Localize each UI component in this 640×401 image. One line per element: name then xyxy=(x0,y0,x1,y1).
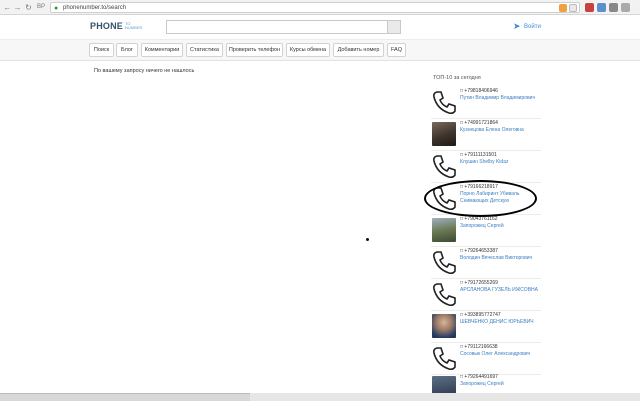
lock-icon: ● xyxy=(54,5,59,12)
entry-name[interactable]: Володин Вячеслав Викторович xyxy=(460,255,540,262)
entry-phone[interactable]: □ +79264653387 xyxy=(460,248,498,255)
address-bar[interactable]: ● phonenumber.to/search xyxy=(50,2,580,13)
entry-phone[interactable]: □ +79043761162 xyxy=(460,216,498,223)
avatar xyxy=(431,217,457,243)
phone-icon xyxy=(431,281,457,307)
reload-icon[interactable]: ↻ xyxy=(24,2,33,13)
entry-name[interactable]: Запорожец Сергей xyxy=(460,223,540,230)
top-entry[interactable]: □ +79264653387 Володин Вячеслав Викторов… xyxy=(431,248,541,279)
entry-name[interactable]: Кузнецова Елена Олеговна xyxy=(460,127,540,134)
entry-name[interactable]: ШЕВЧЕНКО ДЕНИС ЮРЬЕВИЧ xyxy=(460,319,540,326)
menu-item-exchange-rates[interactable]: Курсы обмена xyxy=(286,43,330,57)
top-entry[interactable]: □ +79264491697 Запорожец Сергей xyxy=(431,374,541,393)
entry-name[interactable]: Сосовык Олег Александрович xyxy=(460,351,540,358)
back-icon[interactable]: ← xyxy=(3,2,12,13)
extension-icon[interactable] xyxy=(559,4,567,12)
sign-in-icon: ➤ xyxy=(513,21,521,31)
entry-name[interactable]: Клушин Shelby Kidaz xyxy=(460,159,540,166)
search-input[interactable] xyxy=(166,20,388,34)
phone-icon xyxy=(431,249,457,275)
entry-name[interactable]: АРСЛАНОВА ГУЗЕЛЬ ИЖСОВНА xyxy=(460,287,540,294)
entry-name[interactable]: Запорожец Сергей xyxy=(460,381,540,388)
entry-phone[interactable]: □ +79111131501 xyxy=(460,152,497,159)
search-button[interactable] xyxy=(387,20,401,34)
sidebar-title: ТОП-10 за сегодня xyxy=(433,75,481,81)
site-header: PHONE TO NUMBER ➤ Войти xyxy=(0,15,640,40)
entry-phone[interactable]: □ +79112166638 xyxy=(460,344,498,351)
top-entry[interactable]: □ +393895772747 ШЕВЧЕНКО ДЕНИС ЮРЬЕВИЧ xyxy=(431,312,541,343)
entry-phone[interactable]: □ +74991721864 xyxy=(460,120,498,127)
extension-3-icon[interactable] xyxy=(609,3,618,12)
phone-icon xyxy=(431,153,457,179)
extension-2-icon[interactable] xyxy=(597,3,606,12)
browser-toolbar: ← → ↻ ВР ● phonenumber.to/search xyxy=(0,0,640,15)
avatar xyxy=(431,121,457,147)
menu-item-search[interactable]: Поиск xyxy=(89,43,114,57)
top-entry[interactable]: □ +79111131501 Клушин Shelby Kidaz xyxy=(431,152,541,183)
menu-item-check-phone[interactable]: Проверить телефон xyxy=(226,43,283,57)
menu-item-add-number[interactable]: Добавить номер xyxy=(333,43,384,57)
forward-icon[interactable]: → xyxy=(13,2,22,13)
main-menu: Поиск Блог Комментарии Статистика Провер… xyxy=(0,40,640,61)
address-url: phonenumber.to/search xyxy=(63,5,127,11)
phone-icon xyxy=(431,345,457,371)
avatar xyxy=(431,375,457,393)
highlight-ellipse xyxy=(424,180,537,217)
menu-item-comments[interactable]: Комментарии xyxy=(141,43,183,57)
top-entry[interactable]: □ +79818406946 Путин Владимир Владимиров… xyxy=(431,88,541,119)
login-link[interactable]: ➤ Войти xyxy=(513,22,541,32)
entry-phone[interactable]: □ +79818406946 xyxy=(460,88,498,95)
menu-item-statistics[interactable]: Статистика xyxy=(186,43,223,57)
stray-dot xyxy=(366,238,369,241)
entry-name[interactable]: Путин Владимир Владимирович xyxy=(460,95,540,102)
entry-phone[interactable]: □ +79172655269 xyxy=(460,280,498,287)
top-entry[interactable]: □ +79043761162 Запорожец Сергей xyxy=(431,216,541,247)
menu-icon[interactable] xyxy=(621,3,630,12)
avatar xyxy=(431,313,457,339)
entry-phone[interactable]: □ +393895772747 xyxy=(460,312,501,319)
top-entry[interactable]: □ +74991721864 Кузнецова Елена Олеговна xyxy=(431,120,541,151)
adblock-icon[interactable] xyxy=(585,3,594,12)
top-entry[interactable]: □ +79112166638 Сосовык Олег Александрови… xyxy=(431,344,541,375)
no-results-message: По вашему запросу ничего не нашлось xyxy=(94,68,195,74)
home-button[interactable]: ВР xyxy=(35,2,47,13)
top-entry[interactable]: □ +79172655269 АРСЛАНОВА ГУЗЕЛЬ ИЖСОВНА xyxy=(431,280,541,311)
desktop-strip xyxy=(250,393,640,401)
star-icon[interactable] xyxy=(569,4,577,12)
menu-item-blog[interactable]: Блог xyxy=(116,43,138,57)
menu-item-faq[interactable]: FAQ xyxy=(387,43,406,57)
phone-icon xyxy=(431,89,457,115)
entry-phone[interactable]: □ +79264491697 xyxy=(460,374,498,381)
